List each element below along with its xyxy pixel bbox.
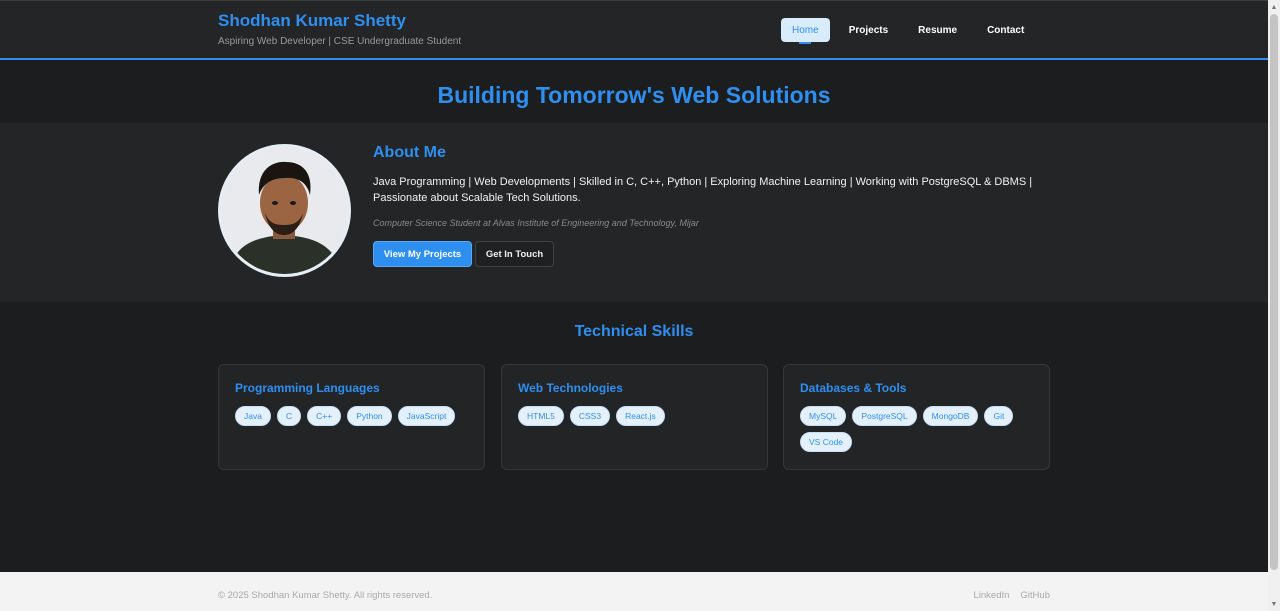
nav-contact[interactable]: Contact <box>976 18 1035 42</box>
nav-resume[interactable]: Resume <box>907 18 968 42</box>
skill-chip: HTML5 <box>518 406 564 426</box>
view-projects-button[interactable]: View My Projects <box>373 241 472 267</box>
skill-card-databases-tools: Databases & Tools MySQL PostgreSQL Mongo… <box>783 364 1050 470</box>
skill-chip: VS Code <box>800 432 853 452</box>
skill-chip: C <box>276 406 302 426</box>
skill-chip: Git <box>984 406 1014 426</box>
nav-projects[interactable]: Projects <box>838 18 899 42</box>
linkedin-link[interactable]: LinkedIn <box>974 590 1010 601</box>
copyright-text: © 2025 Shodhan Kumar Shetty. All rights … <box>218 590 433 601</box>
site-owner-name[interactable]: Shodhan Kumar Shetty <box>218 11 406 31</box>
skill-chip-list: Java C C++ Python JavaScript <box>235 406 475 426</box>
site-tagline: Aspiring Web Developer | CSE Undergradua… <box>218 36 462 47</box>
skill-chip: CSS3 <box>569 406 611 426</box>
profile-photo <box>218 144 351 277</box>
skill-chip: JavaScript <box>397 406 456 426</box>
about-description: Java Programming | Web Developments | Sk… <box>373 176 1033 204</box>
site-footer: © 2025 Shodhan Kumar Shetty. All rights … <box>0 572 1268 611</box>
skill-card-title: Web Technologies <box>518 381 623 395</box>
nav-home[interactable]: Home <box>781 18 830 44</box>
skill-chip: PostgreSQL <box>852 406 917 426</box>
skill-chip: MongoDB <box>922 406 979 426</box>
skill-chip-list: HTML5 CSS3 React.js <box>518 406 758 426</box>
hero-title: Building Tomorrow's Web Solutions <box>437 82 831 108</box>
about-heading: About Me <box>373 144 446 161</box>
education-note: Computer Science Student at Alvas Instit… <box>373 218 699 228</box>
skill-card-web-technologies: Web Technologies HTML5 CSS3 React.js <box>501 364 768 470</box>
hero-section: Building Tomorrow's Web Solutions <box>0 60 1268 123</box>
skill-chip: Python <box>347 406 392 426</box>
scroll-down-icon[interactable]: ▼ <box>1268 598 1280 610</box>
skills-title: Technical Skills <box>574 323 694 340</box>
scrollbar-thumb[interactable] <box>1270 14 1278 570</box>
skill-chip: React.js <box>616 406 665 426</box>
main-nav: Home Projects Resume Contact <box>781 18 1035 44</box>
github-link[interactable]: GitHub <box>1020 590 1050 601</box>
skill-card-title: Databases & Tools <box>800 381 907 395</box>
about-section: About Me Java Programming | Web Developm… <box>0 123 1268 302</box>
scroll-up-icon[interactable]: ▲ <box>1268 1 1280 13</box>
person-portrait-icon <box>221 147 348 274</box>
skill-chip-list: MySQL PostgreSQL MongoDB Git VS Code <box>800 406 1040 452</box>
skill-card-programming-languages: Programming Languages Java C C++ Python … <box>218 364 485 470</box>
skill-card-title: Programming Languages <box>235 381 380 395</box>
skill-chip: Java <box>235 406 271 426</box>
get-in-touch-button[interactable]: Get In Touch <box>475 241 554 267</box>
vertical-scrollbar[interactable]: ▲ ▼ <box>1268 0 1280 611</box>
skill-chip: C++ <box>307 406 342 426</box>
footer-links: LinkedIn GitHub <box>974 590 1051 601</box>
skill-chip: MySQL <box>800 406 847 426</box>
site-header: Shodhan Kumar Shetty Aspiring Web Develo… <box>0 0 1268 60</box>
